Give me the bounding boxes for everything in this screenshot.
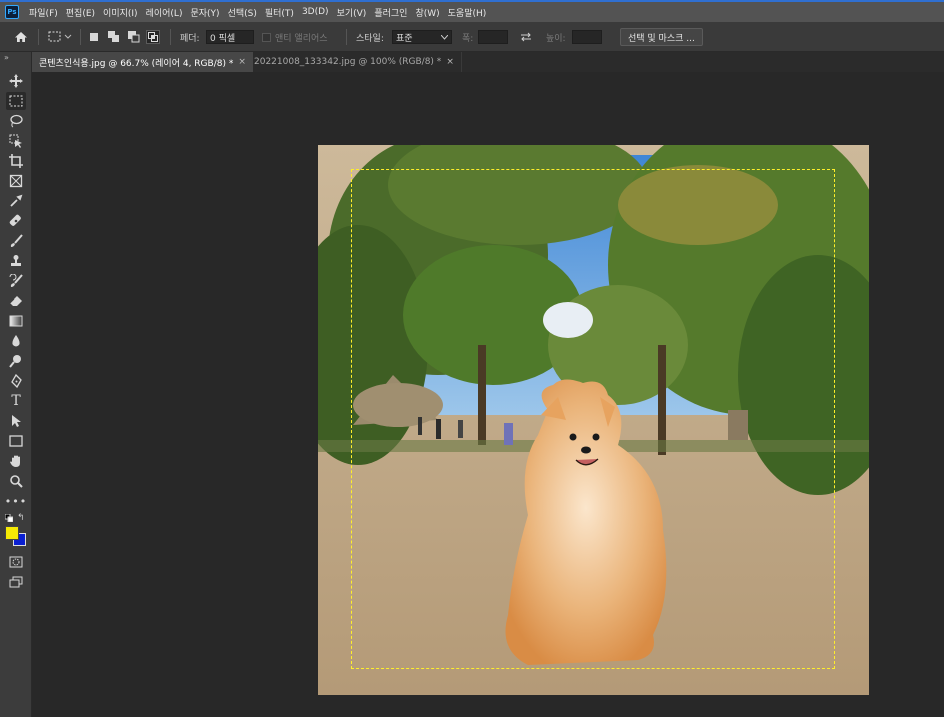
eraser-icon[interactable] — [6, 292, 26, 310]
tool-preset-picker[interactable] — [48, 22, 72, 52]
style-select[interactable]: 표준 — [392, 22, 452, 52]
brush-icon[interactable] — [6, 232, 26, 250]
gradient-icon[interactable] — [6, 312, 26, 330]
zoom-icon[interactable] — [6, 472, 26, 490]
width-label: 폭: — [462, 33, 474, 44]
chevron-down-icon — [441, 34, 448, 40]
dodge-icon[interactable] — [6, 352, 26, 370]
frame-icon[interactable] — [6, 172, 26, 190]
new-selection-button[interactable] — [90, 22, 98, 52]
selection-marquee — [351, 169, 835, 669]
height-input[interactable] — [572, 22, 602, 52]
document-tab-bar: 콘텐츠인식용.jpg @ 66.7% (레이어 4, RGB/8) * × 20… — [32, 52, 944, 72]
rect-marquee-icon[interactable] — [6, 92, 26, 110]
tools-panel: » T ••• ↰ — [0, 52, 32, 717]
add-selection-icon — [108, 31, 119, 42]
hand-icon[interactable] — [6, 452, 26, 470]
history-brush-icon[interactable] — [6, 272, 26, 290]
style-value: 표준 — [396, 33, 413, 44]
menu-file[interactable]: 파일(F) — [25, 6, 62, 19]
feather-label: 페더: — [180, 33, 200, 44]
separator — [346, 29, 347, 45]
menu-3d[interactable]: 3D(D) — [298, 7, 333, 17]
feather-input[interactable]: 0 픽셀 — [206, 22, 254, 52]
swap-dimensions-button[interactable] — [520, 22, 532, 52]
crop-icon[interactable] — [6, 152, 26, 170]
menu-select[interactable]: 선택(S) — [224, 6, 261, 19]
close-icon[interactable]: × — [446, 57, 454, 67]
type-icon[interactable]: T — [6, 392, 26, 410]
intersect-selection-button[interactable] — [146, 22, 160, 52]
tab-content-aware[interactable]: 콘텐츠인식용.jpg @ 66.7% (레이어 4, RGB/8) * × — [32, 52, 253, 72]
swap-colors-icon[interactable]: ↰ — [17, 513, 25, 523]
antialias-label: 앤티 앨리어스 — [275, 33, 328, 44]
swap-arrows-icon — [521, 32, 531, 42]
menu-filter[interactable]: 필터(T) — [261, 6, 298, 19]
menu-edit[interactable]: 편집(E) — [62, 6, 99, 19]
close-icon[interactable]: × — [238, 57, 246, 67]
pen-icon[interactable] — [6, 372, 26, 390]
object-select-icon[interactable] — [6, 132, 26, 150]
subtract-selection-icon — [128, 31, 140, 43]
foreground-color-swatch[interactable] — [5, 526, 19, 540]
style-label: 스타일: — [356, 33, 384, 44]
options-bar: 페더: 0 픽셀 앤티 앨리어스 스타일: 표준 폭: 높이: 선택 및 마스크… — [0, 22, 944, 52]
menu-view[interactable]: 보기(V) — [333, 6, 371, 19]
separator — [80, 29, 81, 45]
blur-icon[interactable] — [6, 332, 26, 350]
add-selection-button[interactable] — [108, 22, 120, 52]
clone-stamp-icon[interactable] — [6, 252, 26, 270]
antialias-check-icon — [262, 32, 271, 42]
default-colors-icon[interactable] — [4, 513, 14, 525]
home-button[interactable] — [14, 22, 28, 52]
collapse-panel-icon[interactable]: » — [4, 53, 9, 62]
move-icon[interactable] — [6, 72, 26, 90]
separator — [38, 29, 39, 45]
tab-label: 20221008_133342.jpg @ 100% (RGB/8) * — [254, 57, 442, 67]
menu-help[interactable]: 도움말(H) — [444, 6, 491, 19]
height-label: 높이: — [546, 33, 566, 44]
home-icon — [15, 32, 27, 42]
tab-photo[interactable]: 20221008_133342.jpg @ 100% (RGB/8) * × — [247, 52, 462, 72]
rectangle-shape-icon[interactable] — [6, 432, 26, 450]
select-and-mask-button[interactable]: 선택 및 마스크 ... — [620, 22, 703, 52]
rect-marquee-preset-icon — [48, 31, 72, 42]
menu-type[interactable]: 문자(Y) — [186, 6, 223, 19]
photoshop-logo[interactable]: Ps — [5, 5, 19, 19]
eyedropper-icon[interactable] — [6, 192, 26, 210]
new-selection-icon — [90, 33, 98, 41]
antialias-checkbox[interactable]: 앤티 앨리어스 — [262, 22, 328, 52]
menu-window[interactable]: 창(W) — [411, 6, 443, 19]
menu-plugins[interactable]: 플러그인 — [370, 6, 411, 19]
screen-mode-icon[interactable] — [6, 573, 26, 591]
subtract-selection-button[interactable] — [128, 22, 140, 52]
width-input[interactable] — [478, 22, 508, 52]
tab-label: 콘텐츠인식용.jpg @ 66.7% (레이어 4, RGB/8) * — [39, 58, 234, 69]
healing-brush-icon[interactable] — [6, 212, 26, 230]
menu-layer[interactable]: 레이어(L) — [142, 6, 187, 19]
more-tools-icon[interactable]: ••• — [5, 492, 26, 510]
intersect-selection-icon — [146, 30, 160, 44]
menu-bar: Ps 파일(F) 편집(E) 이미지(I) 레이어(L) 문자(Y) 선택(S)… — [0, 2, 944, 22]
menu-image[interactable]: 이미지(I) — [99, 6, 142, 19]
quick-mask-icon[interactable] — [6, 553, 26, 571]
path-select-icon[interactable] — [6, 412, 26, 430]
separator — [170, 29, 171, 45]
lasso-icon[interactable] — [6, 112, 26, 130]
